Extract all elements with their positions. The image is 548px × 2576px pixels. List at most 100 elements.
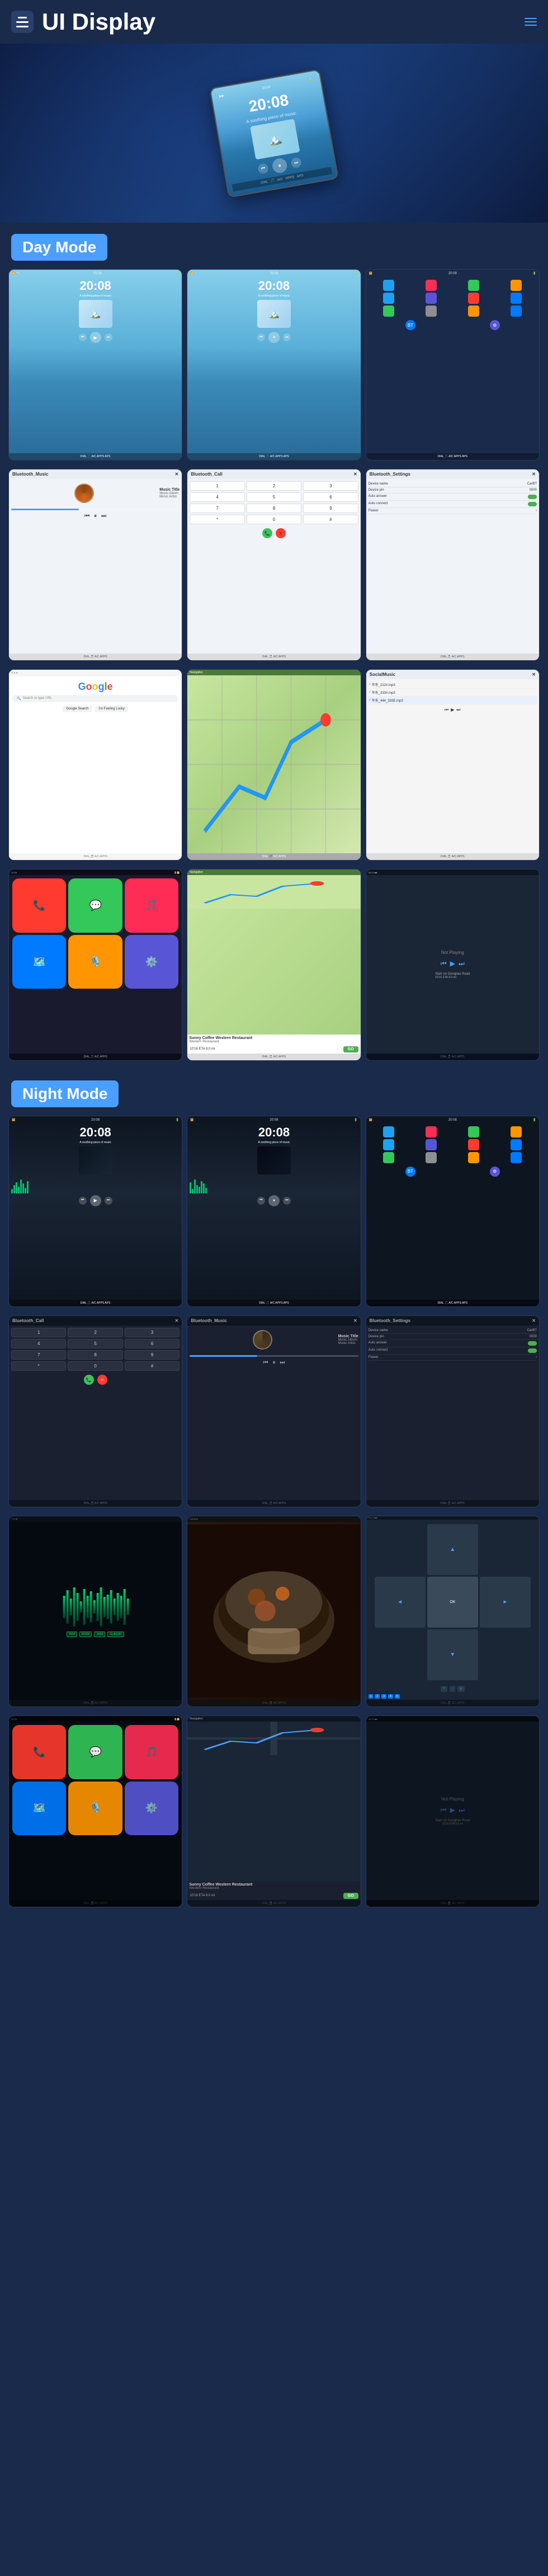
ncp-phone[interactable]: 📞 — [12, 1725, 66, 1779]
dpad-center[interactable]: OK — [427, 1577, 478, 1628]
nk-star[interactable]: * — [11, 1361, 66, 1371]
next-button[interactable]: ⏭ — [290, 157, 302, 168]
cp-phone[interactable]: 📞 — [12, 878, 66, 932]
preset-1[interactable]: POP — [67, 1632, 77, 1637]
play-nbm[interactable]: ⏸ — [272, 1360, 275, 1366]
key-4[interactable]: 4 — [190, 492, 244, 502]
prev-d1[interactable]: ⏮ — [79, 333, 87, 341]
na-app-7[interactable] — [468, 1139, 479, 1150]
ncp-maps[interactable]: 🗺️ — [12, 1781, 66, 1835]
app-music[interactable] — [426, 280, 437, 291]
play-d1[interactable]: ▶ — [90, 332, 101, 343]
local-music-close[interactable]: ✕ — [532, 672, 536, 677]
prev-nbm[interactable]: ⏮ — [263, 1360, 268, 1366]
nk-5[interactable]: 5 — [68, 1339, 122, 1348]
nk-9[interactable]: 9 — [125, 1350, 179, 1360]
preset-btn-5[interactable]: 5 — [395, 1694, 400, 1699]
next-bt[interactable]: ⏭ — [101, 513, 106, 519]
nk-3[interactable]: 3 — [125, 1328, 179, 1337]
go-button[interactable]: GO — [343, 1046, 358, 1052]
night-set-icon[interactable]: ⚙ — [490, 1167, 500, 1177]
na-app-1[interactable] — [383, 1126, 394, 1137]
play-local[interactable]: ▶ — [451, 707, 454, 713]
app-bt[interactable] — [511, 293, 522, 304]
prev-n2[interactable]: ⏮ — [257, 1197, 265, 1205]
night-go-button[interactable]: GO — [343, 1893, 358, 1899]
nav-icon[interactable] — [525, 18, 537, 26]
preset-btn-2[interactable]: 2 — [375, 1694, 380, 1699]
night-bt-icon[interactable]: BT — [405, 1167, 415, 1177]
prev-nnp[interactable]: ⏮ — [441, 1806, 447, 1815]
google-search-btn[interactable]: Google Search — [63, 706, 92, 712]
bt-icon[interactable]: BT — [405, 320, 415, 330]
prev-d2[interactable]: ⏮ — [257, 333, 265, 341]
nk-0[interactable]: 0 — [68, 1361, 122, 1371]
preset-3[interactable]: JAZZ — [94, 1632, 105, 1637]
night-bt-call-close[interactable]: ✕ — [175, 1318, 179, 1323]
preset-btn-1[interactable]: 1 — [369, 1694, 374, 1699]
cp-podcast[interactable]: 🎙️ — [68, 935, 122, 989]
ncp-messages[interactable]: 💬 — [68, 1725, 122, 1779]
app-weather[interactable] — [383, 293, 394, 304]
play-bt[interactable]: ⏸ — [94, 513, 97, 519]
nk-2[interactable]: 2 — [68, 1328, 122, 1337]
app-misc1[interactable] — [426, 305, 437, 317]
prev-local[interactable]: ⏮ — [445, 707, 448, 713]
nav-center-btn[interactable]: ⊙ — [457, 1686, 465, 1692]
na-app-5[interactable] — [383, 1139, 394, 1150]
na-app-2[interactable] — [426, 1126, 437, 1137]
nk-1[interactable]: 1 — [11, 1328, 66, 1337]
cp-messages[interactable]: 💬 — [68, 878, 122, 932]
menu-icon[interactable] — [11, 11, 34, 33]
key-6[interactable]: 6 — [303, 492, 358, 502]
cp-settings[interactable]: ⚙️ — [125, 935, 178, 989]
play-n1[interactable]: ▶ — [90, 1195, 101, 1206]
play-np[interactable]: ▶ — [450, 960, 455, 968]
nav-zoom-in[interactable]: + — [441, 1686, 447, 1692]
dpad-left[interactable]: ◄ — [375, 1577, 426, 1628]
night-call-btn[interactable]: 📞 — [84, 1375, 94, 1385]
na-app-6[interactable] — [426, 1139, 437, 1150]
auto-connect-toggle[interactable] — [528, 502, 537, 506]
app-misc3[interactable] — [511, 305, 522, 317]
dpad-up[interactable]: ▲ — [427, 1524, 478, 1575]
preset-2[interactable]: ROCK — [79, 1632, 92, 1637]
app-settings[interactable] — [426, 293, 437, 304]
app-photos[interactable] — [511, 280, 522, 291]
night-end-btn[interactable]: ✕ — [97, 1375, 107, 1385]
nav-zoom-out[interactable]: - — [450, 1686, 455, 1692]
app-phone[interactable] — [468, 293, 479, 304]
next-nnp[interactable]: ⏭ — [459, 1806, 465, 1815]
prev-n1[interactable]: ⏮ — [79, 1197, 87, 1205]
bt-call-close[interactable]: ✕ — [353, 472, 357, 477]
call-btn[interactable]: 📞 — [262, 528, 272, 538]
play-button[interactable]: ⏸ — [271, 157, 288, 174]
ncp-settings[interactable]: ⚙️ — [125, 1781, 178, 1835]
preset-4[interactable]: CLASSIC — [107, 1632, 124, 1637]
bt-close[interactable]: ✕ — [175, 472, 179, 477]
preset-btn-3[interactable]: 3 — [381, 1694, 386, 1699]
next-n1[interactable]: ⏭ — [105, 1197, 112, 1205]
nk-8[interactable]: 8 — [68, 1350, 122, 1360]
night-auto-connect-toggle[interactable] — [528, 1348, 537, 1353]
music-item-1[interactable]: ♪ 华东_222#.mp3 — [368, 681, 537, 689]
na-app-4[interactable] — [511, 1126, 522, 1137]
nk-4[interactable]: 4 — [11, 1339, 66, 1348]
na-app-10[interactable] — [426, 1152, 437, 1163]
music-item-3[interactable]: ♪ 华东_444_333E.mp3 — [368, 697, 537, 704]
prev-np[interactable]: ⏮ — [441, 960, 447, 968]
na-app-12[interactable] — [511, 1152, 522, 1163]
ncp-music[interactable]: 🎵 — [125, 1725, 178, 1779]
dpad-right[interactable]: ► — [480, 1577, 531, 1628]
night-bt-settings-close[interactable]: ✕ — [532, 1318, 536, 1323]
set-icon[interactable]: ⚙ — [490, 320, 500, 330]
play-n2[interactable]: ⏸ — [268, 1195, 280, 1206]
next-local[interactable]: ⏭ — [456, 707, 460, 713]
auto-answer-toggle[interactable] — [528, 495, 537, 499]
key-1[interactable]: 1 — [190, 481, 244, 491]
key-5[interactable]: 5 — [247, 492, 301, 502]
next-d2[interactable]: ⏭ — [283, 333, 291, 341]
music-item-2[interactable]: ♪ 华东_333#.mp3 — [368, 689, 537, 697]
nk-6[interactable]: 6 — [125, 1339, 179, 1348]
key-9[interactable]: 9 — [303, 504, 358, 513]
